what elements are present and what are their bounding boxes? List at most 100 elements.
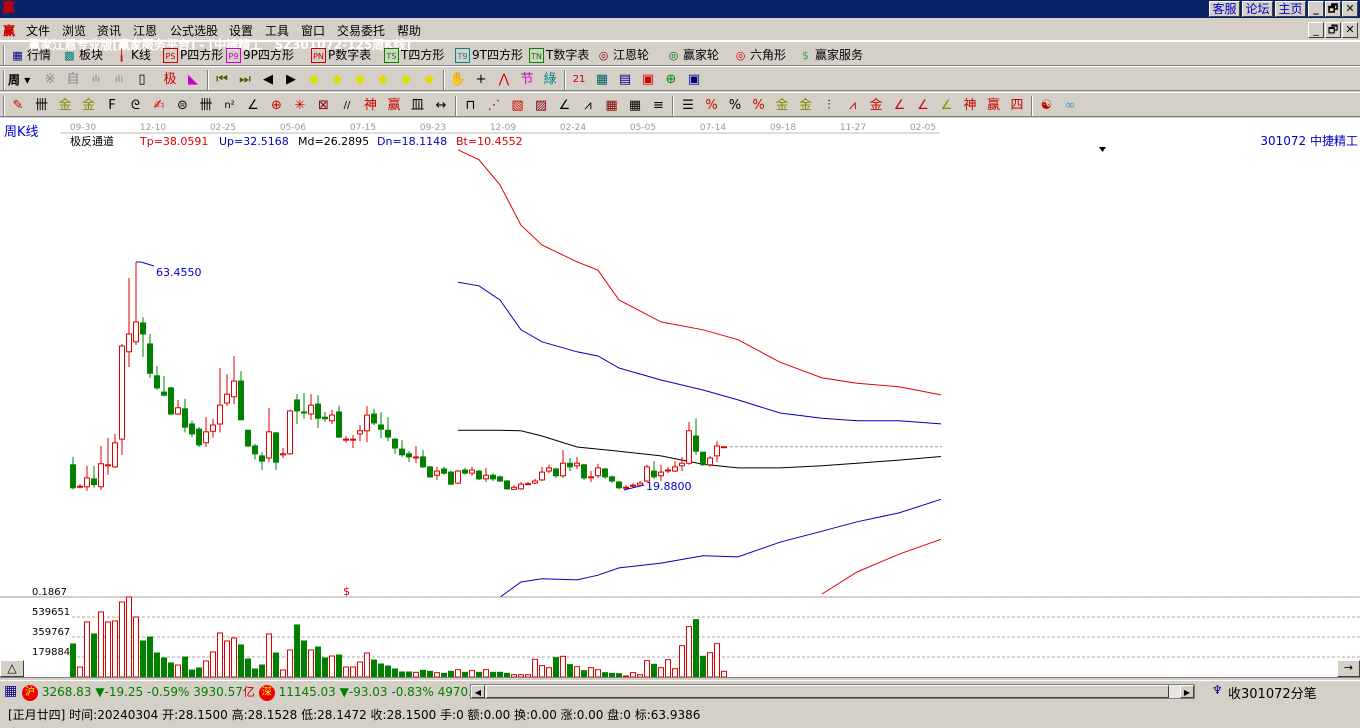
notes-icon[interactable]: ▤ [615, 71, 635, 89]
last-icon[interactable]: ⏭ [235, 71, 255, 89]
toolbar-t-number-table-button[interactable]: TN T数字表 [529, 46, 589, 64]
first-icon[interactable]: ⏮ [212, 71, 232, 89]
toolbar-9t-square-button[interactable]: T9 9T四方形 [455, 46, 523, 64]
toolbar-quotes-button[interactable]: ▦ 行情 [10, 46, 51, 64]
toolbar-t-square-button[interactable]: TS T四方形 [384, 46, 444, 64]
angle2-icon[interactable]: ∠ [555, 97, 575, 115]
angle-f-icon[interactable]: ∠ [913, 97, 933, 115]
table-icon[interactable]: ☰ [678, 97, 698, 115]
angle-icon[interactable]: ∠ [243, 97, 263, 115]
target-icon[interactable]: ⊕ [267, 97, 287, 115]
box-icon[interactable]: ⊠ [314, 97, 334, 115]
bars9-icon[interactable]: ılı [109, 71, 129, 89]
mesh-icon[interactable]: ▦ [602, 97, 622, 115]
child-restore-button[interactable]: 🗗 [1325, 22, 1341, 38]
prev-icon[interactable]: ◀ [258, 71, 278, 89]
menu-4[interactable]: 公式选股 [170, 22, 218, 39]
god-icon[interactable]: 神 [361, 97, 381, 115]
percent-icon[interactable]: % [725, 97, 745, 115]
star-icon[interactable]: ✳ [290, 97, 310, 115]
toolbar-sectors-button[interactable]: ▩ 板块 [62, 46, 103, 64]
calculator-icon[interactable]: ▦ [592, 71, 612, 89]
fanbox2-icon[interactable]: ▨ [531, 97, 551, 115]
angle-gold-icon[interactable]: ∠ [937, 97, 957, 115]
gold-circle-icon[interactable]: 金 [772, 97, 792, 115]
percent-lines-icon[interactable]: % [749, 97, 769, 115]
self-select-icon[interactable]: 自 [63, 71, 83, 89]
wave2-icon[interactable]: ⩘ [843, 97, 863, 115]
grid-icon[interactable]: 卌 [32, 97, 52, 115]
menu-3[interactable]: 江恩 [133, 22, 157, 39]
fanbox-icon[interactable]: ▧ [508, 97, 528, 115]
scroll-thumb[interactable] [486, 685, 1169, 698]
close-button[interactable]: ✕ [1342, 1, 1358, 17]
spiral-icon[interactable]: ᘓ [126, 97, 146, 115]
toolbar-p-square-button[interactable]: PS P四方形 [163, 46, 223, 64]
save-icon[interactable]: ▣ [638, 71, 658, 89]
minimize-button[interactable]: _ [1308, 1, 1324, 17]
homepage-link[interactable]: 主页 [1275, 1, 1306, 17]
restore-button[interactable]: 🗗 [1325, 1, 1341, 17]
menu-9[interactable]: 帮助 [397, 22, 421, 39]
gold1-icon[interactable]: 金 [55, 97, 75, 115]
hand-icon[interactable]: ✋ [448, 71, 468, 89]
toolbar-hexagon-button[interactable]: ◎ 六角形 [733, 46, 786, 64]
scroll-left-button[interactable]: ◀ [471, 685, 485, 698]
computer-icon[interactable]: ▣ [684, 71, 704, 89]
menu-7[interactable]: 窗口 [301, 22, 325, 39]
extreme-icon[interactable]: 极 [160, 71, 180, 89]
angle-god-icon[interactable]: 神 [960, 97, 980, 115]
zoom-out-icon[interactable]: ◆ [373, 71, 393, 89]
tick-data-label[interactable]: 收301072分笔 [1228, 683, 1317, 702]
gold2-icon[interactable]: 金 [79, 97, 99, 115]
next-icon[interactable]: ▶ [281, 71, 301, 89]
zoom-v-icon[interactable]: ◆ [419, 71, 439, 89]
zoom-left-icon[interactable]: ◆ [304, 71, 324, 89]
frame-icon[interactable]: ⊓ [461, 97, 481, 115]
collapse-panel-button[interactable]: △ [0, 660, 24, 677]
circle-icon[interactable]: ⊜ [173, 97, 193, 115]
gradient-icon[interactable]: ◣ [183, 71, 203, 89]
menu-5[interactable]: 设置 [229, 22, 253, 39]
period-select[interactable]: 周 ▾ [8, 71, 30, 89]
span-icon[interactable]: ↔ [431, 97, 451, 115]
customer-service-link[interactable]: 客服 [1209, 1, 1240, 17]
toolbar-winner-wheel-button[interactable]: ◎ 赢家轮 [666, 46, 719, 64]
network-icon[interactable]: ⊕ [661, 71, 681, 89]
percent-fan-icon[interactable]: % [702, 97, 722, 115]
lines-icon[interactable]: 卌 [196, 97, 216, 115]
infinity-icon[interactable]: ∞ [1060, 97, 1080, 115]
menu-0[interactable]: 文件 [26, 22, 50, 39]
next-panel-button[interactable]: → [1337, 660, 1360, 677]
child-minimize-button[interactable]: _ [1308, 22, 1324, 38]
menu-8[interactable]: 交易委托 [337, 22, 385, 39]
eye-icon[interactable]: 綠 [540, 71, 560, 89]
toolbar-9p-square-button[interactable]: P9 9P四方形 [226, 46, 294, 64]
pattern-icon[interactable]: ※ [40, 71, 60, 89]
yinyang-icon[interactable]: ☯ [1037, 97, 1057, 115]
toolbar-p-number-table-button[interactable]: PN P数字表 [311, 46, 371, 64]
chart-area[interactable]: 周K线 09-30 12-10 02-25 05-06 07-15 09-23 12-09 02… [0, 118, 1360, 680]
fib-icon[interactable]: F [102, 97, 122, 115]
forum-link[interactable]: 论坛 [1242, 1, 1273, 17]
festival-icon[interactable]: 节 [517, 71, 537, 89]
toolbar-gann-wheel-button[interactable]: ◎ 江恩轮 [596, 46, 649, 64]
child-close-button[interactable]: ✕ [1342, 22, 1358, 38]
menu-1[interactable]: 浏览 [62, 22, 86, 39]
win-icon[interactable]: 赢 [384, 97, 404, 115]
calendar-icon[interactable]: 21 [569, 71, 589, 89]
n2-icon[interactable]: n² [220, 97, 240, 115]
parallel-icon[interactable]: ≡ [649, 97, 669, 115]
quote-table-icon[interactable]: ▦ [4, 683, 17, 699]
gold-lines-icon[interactable]: 金 [796, 97, 816, 115]
angle-four-icon[interactable]: 四 [1007, 97, 1027, 115]
angle-j-icon[interactable]: ∠ [890, 97, 910, 115]
zoom-in-icon[interactable]: ◆ [350, 71, 370, 89]
ticker-scrollbar[interactable]: ◀ ▶ [470, 684, 1195, 699]
candle-type-icon[interactable]: ▯ [132, 71, 152, 89]
bars3-icon[interactable]: ılı [86, 71, 106, 89]
kline-chart[interactable]: 周K线 09-30 12-10 02-25 05-06 07-15 09-23 12-09 02… [0, 118, 1360, 680]
fan-icon[interactable]: ⋰ [484, 97, 504, 115]
line-icon[interactable]: ⋀ [494, 71, 514, 89]
angle-win-icon[interactable]: 赢 [984, 97, 1004, 115]
